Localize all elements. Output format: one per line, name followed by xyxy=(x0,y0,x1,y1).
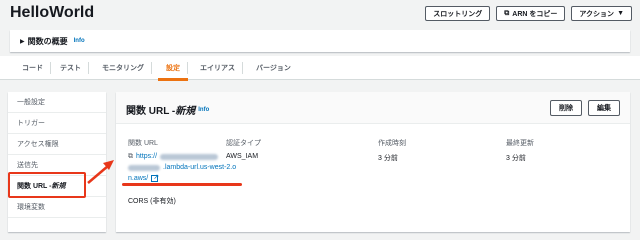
edit-button[interactable]: 編集 xyxy=(588,100,620,116)
panel-info-link[interactable]: Info xyxy=(198,107,209,113)
panel-title-text: 関数 URL - xyxy=(126,106,176,117)
panel-actions: 削除 編集 xyxy=(550,100,620,116)
updated-field: 最終更新 3 分前 xyxy=(506,138,534,163)
auth-type-field: 認証タイプ AWS_IAM xyxy=(226,138,261,160)
updated-label: 最終更新 xyxy=(506,140,534,147)
edit-label: 編集 xyxy=(597,105,611,112)
redacted-url-part xyxy=(160,153,219,160)
external-link-icon[interactable] xyxy=(151,172,159,183)
annotation-underline xyxy=(122,183,242,186)
panel-title-new: 新規 xyxy=(175,106,196,117)
function-url-panel: 関数 URL - 新規 Info 削除 編集 関数 URL ⧉ https://… xyxy=(116,92,630,232)
url-middle[interactable]: .lambda-url.us-west-2.o xyxy=(163,162,236,173)
created-field: 作成時刻 3 分前 xyxy=(378,138,406,163)
created-value: 3 分前 xyxy=(378,155,398,162)
panel-title: 関数 URL - 新規 Info xyxy=(126,102,209,117)
delete-button[interactable]: 削除 xyxy=(550,100,582,116)
created-label: 作成時刻 xyxy=(378,140,406,147)
arrow-shaft xyxy=(87,165,109,184)
updated-value: 3 分前 xyxy=(506,155,526,162)
panel-header: 関数 URL - 新規 Info 削除 編集 xyxy=(116,92,630,124)
delete-label: 削除 xyxy=(559,105,573,112)
cors-status: CORS (非有効) xyxy=(128,198,176,205)
auth-value: AWS_IAM xyxy=(226,153,259,160)
redacted-url-part xyxy=(128,164,160,171)
url-prefix[interactable]: https:// xyxy=(136,151,157,162)
auth-label: 認証タイプ xyxy=(226,140,261,147)
url-line-2: .lambda-url.us-west-2.o xyxy=(128,162,248,173)
copy-url-icon[interactable]: ⧉ xyxy=(128,151,133,162)
